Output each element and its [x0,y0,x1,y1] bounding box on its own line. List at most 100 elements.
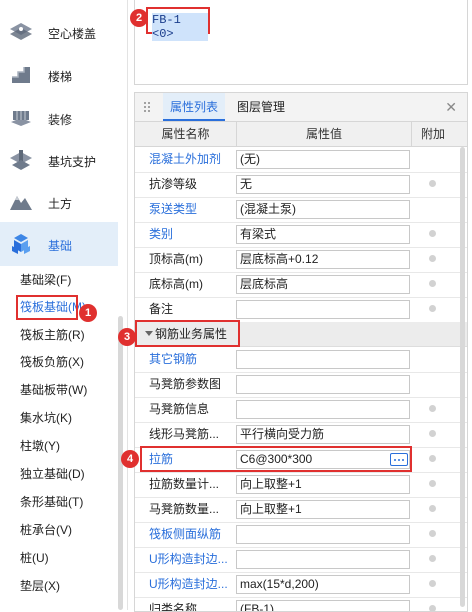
attach-checkbox[interactable] [429,255,436,262]
category-pit-support[interactable]: 基坑支护 [0,140,118,180]
sub-item-strip-footing[interactable]: 条形基础(T) [20,492,83,512]
property-name: U形构造封边... [149,552,228,566]
attach-checkbox[interactable] [429,580,436,587]
earthwork-icon [8,190,34,214]
category-label: 基础 [48,239,73,253]
property-name: 混凝土外加剂 [149,152,222,166]
property-value-field[interactable] [236,525,410,544]
property-name: 马凳筋参数图 [149,377,222,391]
property-name: 筏板侧面纵筋 [149,527,222,541]
property-name: 底标高(m) [149,277,203,291]
attach-checkbox[interactable] [429,180,436,187]
header-property-name: 属性名称 [161,127,210,141]
property-name: 线形马凳筋... [149,427,220,441]
property-value-field[interactable] [236,400,410,419]
category-hollow-floor[interactable]: 空心楼盖 [0,12,118,52]
category-label: 基坑支护 [48,155,97,169]
sub-item-sump[interactable]: 集水坑(K) [20,408,72,428]
table-row: 线形马凳筋... 平行横向受力筋 [135,422,467,448]
attach-checkbox[interactable] [429,530,436,537]
pit-support-icon [8,148,34,172]
attach-checkbox[interactable] [429,505,436,512]
property-value-field[interactable]: 平行横向受力筋 [236,425,410,444]
header-property-value: 属性值 [236,122,412,146]
sub-item-raft-main-rebar[interactable]: 筏板主筋(R) [20,325,85,345]
property-name: 拉筋数量计... [149,477,220,491]
table-row: 马凳筋数量... 向上取整+1 [135,497,467,523]
category-earthwork[interactable]: 土方 [0,182,118,222]
stairs-icon [8,63,34,87]
panel-tab-bar: 属性列表 图层管理 ✕ [135,93,467,122]
attach-checkbox[interactable] [429,405,436,412]
panel-scrollbar[interactable] [460,147,465,607]
table-header: 属性名称 属性值 附加 [135,122,467,147]
property-value-field[interactable] [236,375,410,394]
attach-checkbox[interactable] [429,230,436,237]
sub-item-raft-negative-rebar[interactable]: 筏板负筋(X) [20,352,84,372]
sub-item-foundation-strip[interactable]: 基础板带(W) [20,380,87,400]
close-icon[interactable]: ✕ [445,99,457,116]
property-name: U形构造封边... [149,577,228,591]
property-value-field[interactable]: (无) [236,150,410,169]
attach-checkbox[interactable] [429,455,436,462]
table-row: 顶标高(m) 层底标高+0.12 [135,247,467,273]
annotation-badge-3: 3 [118,328,136,346]
table-row: 类别 有梁式 [135,222,467,248]
sub-item-pile-cap[interactable]: 桩承台(V) [20,520,72,540]
property-value-field[interactable]: 有梁式 [236,225,410,244]
tab-layer-management[interactable]: 图层管理 [233,93,289,121]
attach-checkbox[interactable] [429,555,436,562]
property-value-field[interactable] [236,550,410,569]
component-code-text: FB-1 <0> [152,13,208,41]
attach-checkbox[interactable] [429,430,436,437]
table-row: 混凝土外加剂 (无) [135,147,467,173]
category-stairs[interactable]: 楼梯 [0,55,118,95]
table-row: 底标高(m) 层底标高 [135,272,467,298]
attach-checkbox[interactable] [429,605,436,611]
property-value-field[interactable] [236,300,410,319]
property-panel: 属性列表 图层管理 ✕ 属性名称 属性值 附加 混凝土外加剂 (无) 抗渗等级 … [134,92,468,612]
property-value-field[interactable]: (混凝土泵) [236,200,410,219]
table-row: 马凳筋信息 [135,397,467,423]
property-name: 备注 [149,302,174,316]
table-row: 其它钢筋 [135,347,467,373]
category-decoration[interactable]: 装修 [0,98,118,138]
property-value-field[interactable]: max(15*d,200) [236,575,410,594]
annotation-box-3 [135,320,240,347]
category-label: 楼梯 [48,70,73,84]
table-row: 泵送类型 (混凝土泵) [135,197,467,223]
tab-property-list[interactable]: 属性列表 [163,93,225,121]
property-value-field[interactable]: 向上取整+1 [236,475,410,494]
category-label: 空心楼盖 [48,27,97,41]
header-extra: 附加 [420,127,445,141]
property-value-field[interactable] [236,350,410,369]
drag-handle-icon[interactable] [143,101,151,113]
sub-item-column-pier[interactable]: 柱墩(Y) [20,436,60,456]
property-value-field[interactable]: 层底标高+0.12 [236,250,410,269]
property-name: 马凳筋数量... [149,502,220,516]
decoration-icon [8,106,34,130]
sub-item-cushion[interactable]: 垫层(X) [20,576,60,596]
property-name: 顶标高(m) [149,252,203,266]
sub-item-foundation-beam[interactable]: 基础梁(F) [20,270,71,290]
property-value-field[interactable]: (FB-1) [236,600,410,611]
table-row: 抗渗等级 无 [135,172,467,198]
property-name: 其它钢筋 [149,352,198,366]
annotation-box-4 [140,446,412,472]
foundation-icon [8,232,34,256]
property-name: 泵送类型 [149,202,198,216]
hollow-floor-icon [8,20,34,44]
sub-item-isolated-footing[interactable]: 独立基础(D) [20,464,85,484]
property-name: 类别 [149,227,174,241]
property-value-field[interactable]: 层底标高 [236,275,410,294]
table-row: 拉筋数量计... 向上取整+1 [135,472,467,498]
property-value-field[interactable]: 无 [236,175,410,194]
property-value-field[interactable]: 向上取整+1 [236,500,410,519]
attach-checkbox[interactable] [429,280,436,287]
category-label: 装修 [48,113,73,127]
category-foundation[interactable]: 基础 [0,222,118,266]
sub-item-pile[interactable]: 桩(U) [20,548,49,568]
attach-checkbox[interactable] [429,480,436,487]
attach-checkbox[interactable] [429,305,436,312]
table-row: 马凳筋参数图 [135,372,467,398]
